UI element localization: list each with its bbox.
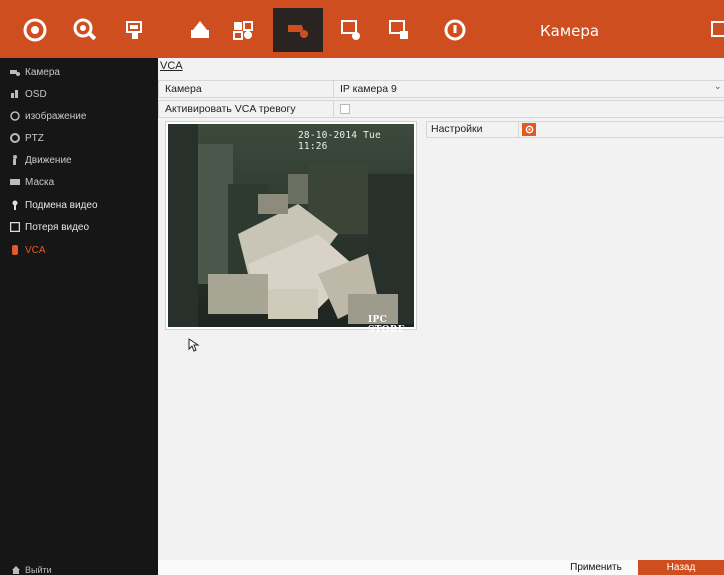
sidebar-item-image[interactable]: изображение (0, 106, 158, 126)
camera-select[interactable]: IP камера 9 (340, 81, 397, 97)
enable-label: Активировать VCA тревогу (158, 101, 334, 117)
camera-row: Камера IP камера 9 ⌄ (158, 80, 724, 98)
image-icon (10, 111, 20, 121)
sidebar: Камера OSD изображение PTZ Движение Маск… (0, 58, 158, 575)
settings-row: Настройки (426, 121, 724, 138)
window-control-icon[interactable] (711, 21, 724, 37)
camera-preview: 28-10-2014 Tue 11:26 IPC STORE (165, 121, 417, 335)
top-toolbar: Камера (0, 0, 724, 58)
sidebar-item-vca[interactable]: VCA (0, 240, 158, 260)
power-icon[interactable] (434, 10, 476, 50)
sidebar-item-mask[interactable]: Маска (0, 172, 158, 192)
sidebar-item-osd[interactable]: OSD (0, 84, 158, 104)
preview-image (168, 124, 414, 327)
sidebar-item-camera[interactable]: Камера (0, 62, 158, 82)
sidebar-item-label: OSD (25, 88, 47, 100)
sidebar-item-label: VCA (25, 244, 46, 256)
breadcrumb: VCA (160, 60, 183, 72)
chevron-down-icon[interactable]: ⌄ (714, 82, 722, 91)
enable-vca-checkbox[interactable] (340, 104, 350, 114)
tamper-icon (12, 200, 18, 210)
back-button[interactable]: Назад (638, 560, 724, 575)
home-icon (12, 566, 20, 574)
ptz-icon (10, 133, 20, 143)
search-icon[interactable] (64, 10, 106, 50)
exit-label: Выйти (25, 565, 52, 575)
camera-settings-icon[interactable] (273, 8, 323, 52)
display-settings-icon[interactable] (330, 10, 372, 50)
network-settings-icon[interactable] (378, 10, 420, 50)
sidebar-item-tamper[interactable]: Подмена видео (0, 195, 158, 215)
mask-icon (10, 179, 20, 185)
mouse-cursor-icon (188, 338, 200, 352)
video-loss-icon (10, 222, 20, 232)
camera-icon (10, 70, 20, 76)
camera-list-icon[interactable] (114, 10, 156, 50)
camera-label: Камера (158, 81, 334, 97)
sidebar-item-label: Камера (25, 66, 60, 78)
sidebar-item-motion[interactable]: Движение (0, 150, 158, 170)
page-title: Камера (540, 22, 600, 40)
sidebar-item-ptz[interactable]: PTZ (0, 128, 158, 148)
main-panel: VCA Камера IP камера 9 ⌄ Активировать VC… (158, 58, 724, 564)
settings-button[interactable] (522, 123, 536, 136)
motion-icon (13, 155, 17, 165)
gear-icon (525, 125, 533, 134)
osd-icon (11, 90, 18, 98)
bottom-bar: Применить Назад (158, 560, 724, 575)
apply-button[interactable]: Применить (560, 561, 632, 574)
sidebar-item-label: Движение (25, 154, 72, 166)
sidebar-item-label: PTZ (25, 132, 44, 144)
system-config-icon[interactable] (222, 10, 264, 50)
exit-button[interactable]: Выйти (0, 563, 158, 575)
sidebar-item-label: Подмена видео (25, 199, 98, 211)
vca-icon (12, 245, 18, 255)
preview-timestamp: 28-10-2014 Tue 11:26 (298, 130, 381, 152)
sidebar-item-label: Маска (25, 176, 55, 188)
preview-camera-name: IPC STORE (368, 315, 405, 335)
sidebar-item-video-loss[interactable]: Потеря видео (0, 217, 158, 237)
sidebar-item-label: изображение (25, 110, 87, 122)
settings-label: Настройки (426, 122, 519, 137)
sidebar-item-label: Потеря видео (25, 221, 90, 233)
hdd-warning-icon[interactable] (179, 10, 221, 50)
enable-row: Активировать VCA тревогу (158, 100, 724, 118)
playback-icon[interactable] (14, 10, 56, 50)
